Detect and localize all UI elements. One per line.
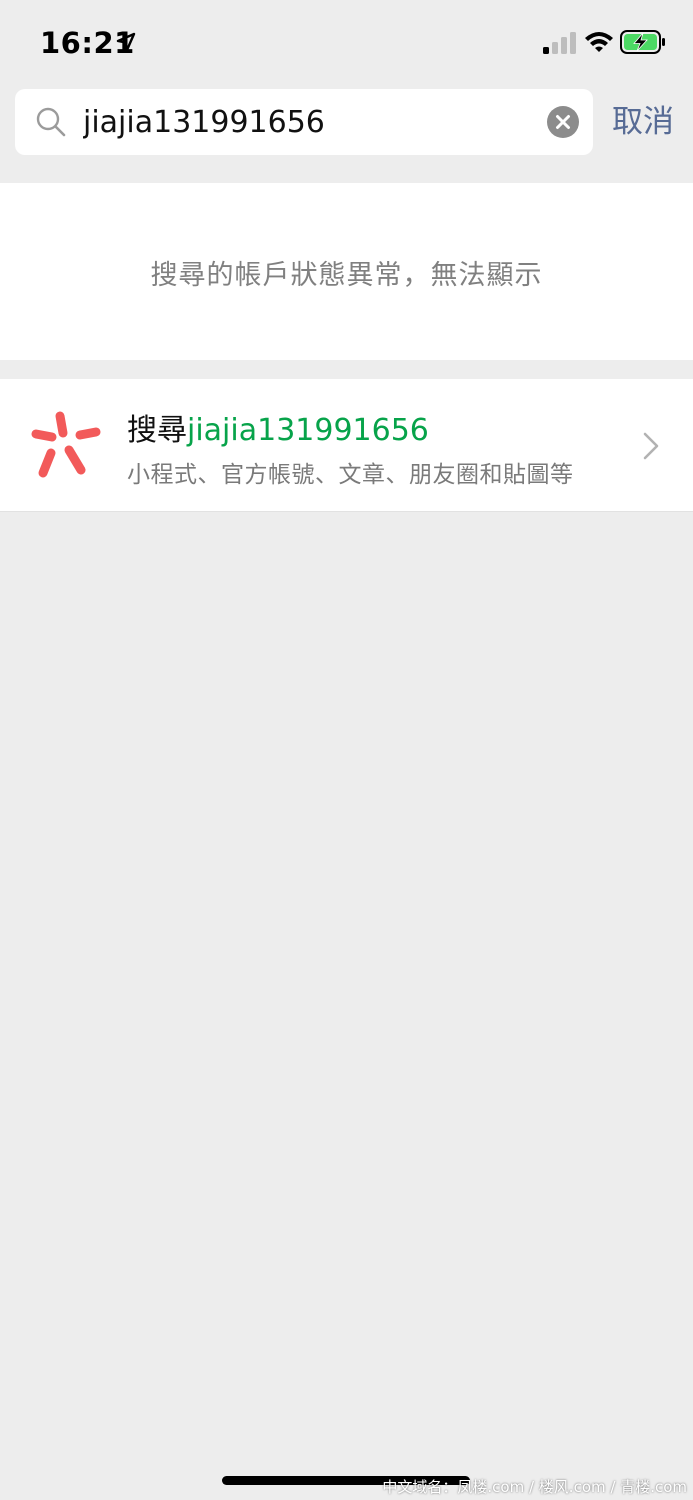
battery-charging-icon xyxy=(620,30,665,54)
notice-panel: 搜尋的帳戶狀態異常，無法顯示 xyxy=(0,183,693,360)
location-arrow-icon xyxy=(116,32,136,52)
search-row-title-prefix: 搜尋 xyxy=(127,413,187,448)
brand-icon xyxy=(31,411,101,478)
cellular-signal-icon xyxy=(543,32,576,54)
search-web-row[interactable]: 搜尋jiajia131991656 小程式、官方帳號、文章、朋友圈和貼圖等 xyxy=(0,379,693,512)
clear-icon[interactable] xyxy=(547,106,579,138)
search-row-subtitle: 小程式、官方帳號、文章、朋友圈和貼圖等 xyxy=(127,462,574,488)
wifi-icon xyxy=(585,32,613,52)
search-icon xyxy=(36,107,66,137)
search-box[interactable] xyxy=(15,89,593,155)
search-row-title: 搜尋jiajia131991656 xyxy=(127,405,429,449)
search-row-query: jiajia131991656 xyxy=(187,413,429,448)
search-page: 16:21 jiajia131991656 取消 搜尋的帳戶狀態異常，無法顯示 … xyxy=(0,0,693,1500)
cancel-button[interactable]: 取消 xyxy=(612,100,682,144)
search-input[interactable] xyxy=(83,99,533,145)
chevron-right-icon xyxy=(643,432,659,460)
notice-text: 搜尋的帳戶狀態異常，無法顯示 xyxy=(150,260,543,291)
status-bar: 16:21 xyxy=(0,0,693,84)
watermark-text: 中文域名：凤楼.com / 楼风.com / 青楼.com xyxy=(382,1478,687,1496)
